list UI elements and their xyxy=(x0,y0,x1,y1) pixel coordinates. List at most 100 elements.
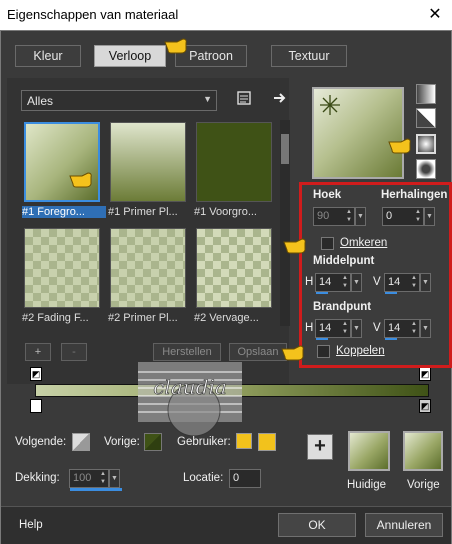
volgende-swatch[interactable] xyxy=(72,433,90,451)
gradient-swatch[interactable]: #2 Primer Pl... xyxy=(108,226,188,324)
middelpunt-v-value: 14 xyxy=(388,276,401,288)
radial-gradient-type-button[interactable] xyxy=(416,159,436,179)
gradient-preview xyxy=(110,122,186,202)
chevron-down-icon[interactable]: ▼ xyxy=(351,273,362,292)
center-point-icon xyxy=(320,95,340,115)
locatie-label: Locatie: xyxy=(183,472,224,484)
chevron-down-icon[interactable]: ▼ xyxy=(424,207,435,226)
middelpunt-h-field[interactable]: 14 ▲ ▼ ▼ xyxy=(315,273,362,294)
color-stop-marker[interactable]: ◩ xyxy=(419,399,431,413)
color-stop-marker[interactable] xyxy=(30,399,42,413)
brandpunt-h-field[interactable]: 14 ▲ ▼ ▼ xyxy=(315,319,362,340)
herhalingen-label: Herhalingen xyxy=(381,189,448,201)
resource-manager-icon[interactable] xyxy=(235,90,253,108)
svg-text:claudia: claudia xyxy=(153,375,227,399)
close-icon[interactable]: ✕ xyxy=(418,0,452,30)
gradient-swatch-label: #2 Primer Pl... xyxy=(108,312,178,324)
gradient-swatch-label: #2 Fading F... xyxy=(22,312,89,324)
remove-gradient-button[interactable]: - xyxy=(61,343,87,361)
chevron-down-icon[interactable]: ▼ xyxy=(420,319,431,338)
help-button[interactable]: Help xyxy=(19,519,43,531)
spin-arrows-icon[interactable]: ▲ ▼ xyxy=(409,320,419,337)
gradient-preview xyxy=(24,228,100,308)
category-select[interactable]: Alles ▼ xyxy=(21,90,217,111)
omkeren-checkbox[interactable] xyxy=(321,237,334,250)
herhalingen-value: 0 xyxy=(386,210,393,222)
gebruiker-swatch-large[interactable] xyxy=(258,433,276,451)
spin-arrows-icon[interactable]: ▲ ▼ xyxy=(98,470,108,487)
pointing-hand-icon xyxy=(163,37,189,55)
gradient-swatch[interactable]: #2 Vervage... xyxy=(194,226,274,324)
hoek-field[interactable]: 90 ▲ ▼ ▼ xyxy=(313,207,366,226)
scrollbar-thumb[interactable] xyxy=(281,134,289,164)
opacity-slider[interactable] xyxy=(70,488,122,491)
gebruiker-swatch[interactable] xyxy=(236,433,252,449)
tab-kleur[interactable]: Kleur xyxy=(15,45,81,67)
chevron-down-icon[interactable]: ▼ xyxy=(420,273,431,292)
dekking-field[interactable]: 100 ▲ ▼ ▼ xyxy=(69,469,122,491)
chevron-down-icon[interactable]: ▼ xyxy=(351,319,362,338)
gradient-preview xyxy=(24,122,100,202)
locatie-field[interactable]: 0 xyxy=(229,469,261,488)
ok-button[interactable]: OK xyxy=(278,513,356,537)
brandpunt-v-label: V xyxy=(373,322,381,334)
huidige-label: Huidige xyxy=(347,479,386,491)
rectangular-gradient-type-button[interactable] xyxy=(416,108,436,128)
vorige-color-swatch[interactable] xyxy=(144,433,162,451)
value-indicator xyxy=(316,292,328,294)
dekking-label: Dekking: xyxy=(15,472,60,484)
tab-textuur[interactable]: Textuur xyxy=(271,45,347,67)
brandpunt-h-value: 14 xyxy=(319,322,332,334)
chevron-down-icon[interactable]: ▼ xyxy=(109,469,120,488)
sunburst-gradient-type-button[interactable] xyxy=(416,134,436,154)
gradient-stop-marker[interactable]: ◩ xyxy=(419,367,431,381)
material-properties-dialog: Kleur Verloop Patroon Textuur Alles ▼ #1… xyxy=(0,30,452,544)
gradient-stop-marker[interactable]: ◩ xyxy=(30,367,42,381)
herhalingen-field[interactable]: 0 ▲ ▼ ▼ xyxy=(382,207,435,226)
linear-gradient-type-button[interactable] xyxy=(416,84,436,104)
cancel-button[interactable]: Annuleren xyxy=(365,513,443,537)
grid-scrollbar[interactable] xyxy=(280,120,290,326)
gradient-swatch[interactable]: #1 Foregro... xyxy=(22,120,106,218)
middelpunt-v-field[interactable]: 14 ▲ ▼ ▼ xyxy=(384,273,431,294)
spin-arrows-icon[interactable]: ▲ ▼ xyxy=(340,320,350,337)
gradient-preview xyxy=(196,228,272,308)
gradient-grid: #1 Foregro... #1 Primer Pl... #1 Voorgro… xyxy=(22,120,280,328)
vorige-label: Vorige: xyxy=(104,436,140,448)
gebruiker-label: Gebruiker: xyxy=(177,436,231,448)
dekking-value: 100 xyxy=(73,472,92,484)
gradient-swatch[interactable]: #2 Fading F... xyxy=(22,226,102,324)
spin-arrows-icon[interactable]: ▲ ▼ xyxy=(340,274,350,291)
gradient-swatch-label: #1 Foregro... xyxy=(22,206,106,218)
chevron-down-icon[interactable]: ▼ xyxy=(355,207,366,226)
spin-arrows-icon[interactable]: ▲ ▼ xyxy=(344,208,354,225)
hoek-label: Hoek xyxy=(313,189,342,201)
hoek-value: 90 xyxy=(317,210,330,222)
tab-verloop[interactable]: Verloop xyxy=(94,45,166,67)
arrow-right-icon[interactable] xyxy=(271,90,289,108)
huidige-swatch[interactable] xyxy=(348,431,390,471)
brandpunt-v-value: 14 xyxy=(388,322,401,334)
middelpunt-v-label: V xyxy=(373,276,381,288)
add-to-swatches-button[interactable]: + xyxy=(307,434,333,460)
vorige-swatch-label: Vorige xyxy=(407,479,440,491)
gradient-preview xyxy=(196,122,272,202)
koppelen-label: Koppelen xyxy=(336,345,385,357)
spin-arrows-icon[interactable]: ▲ ▼ xyxy=(413,208,423,225)
add-gradient-button[interactable]: + xyxy=(25,343,51,361)
locatie-value: 0 xyxy=(233,472,240,484)
window-title: Eigenschappen van materiaal xyxy=(7,7,179,22)
spin-arrows-icon[interactable]: ▲ ▼ xyxy=(409,274,419,291)
pointing-hand-icon xyxy=(387,137,413,155)
gradient-swatch[interactable]: #1 Primer Pl... xyxy=(108,120,188,218)
vorige-gradient-swatch[interactable] xyxy=(403,431,443,471)
brandpunt-v-field[interactable]: 14 ▲ ▼ ▼ xyxy=(384,319,431,340)
middelpunt-h-label: H xyxy=(305,276,314,288)
middelpunt-h-value: 14 xyxy=(319,276,332,288)
pointing-hand-icon xyxy=(68,171,94,189)
omkeren-label: Omkeren xyxy=(340,237,388,249)
gradient-swatch[interactable]: #1 Voorgro... xyxy=(194,120,274,218)
koppelen-checkbox[interactable] xyxy=(317,345,330,358)
pointing-hand-icon xyxy=(280,344,306,362)
gradient-style-preview[interactable] xyxy=(312,87,404,179)
